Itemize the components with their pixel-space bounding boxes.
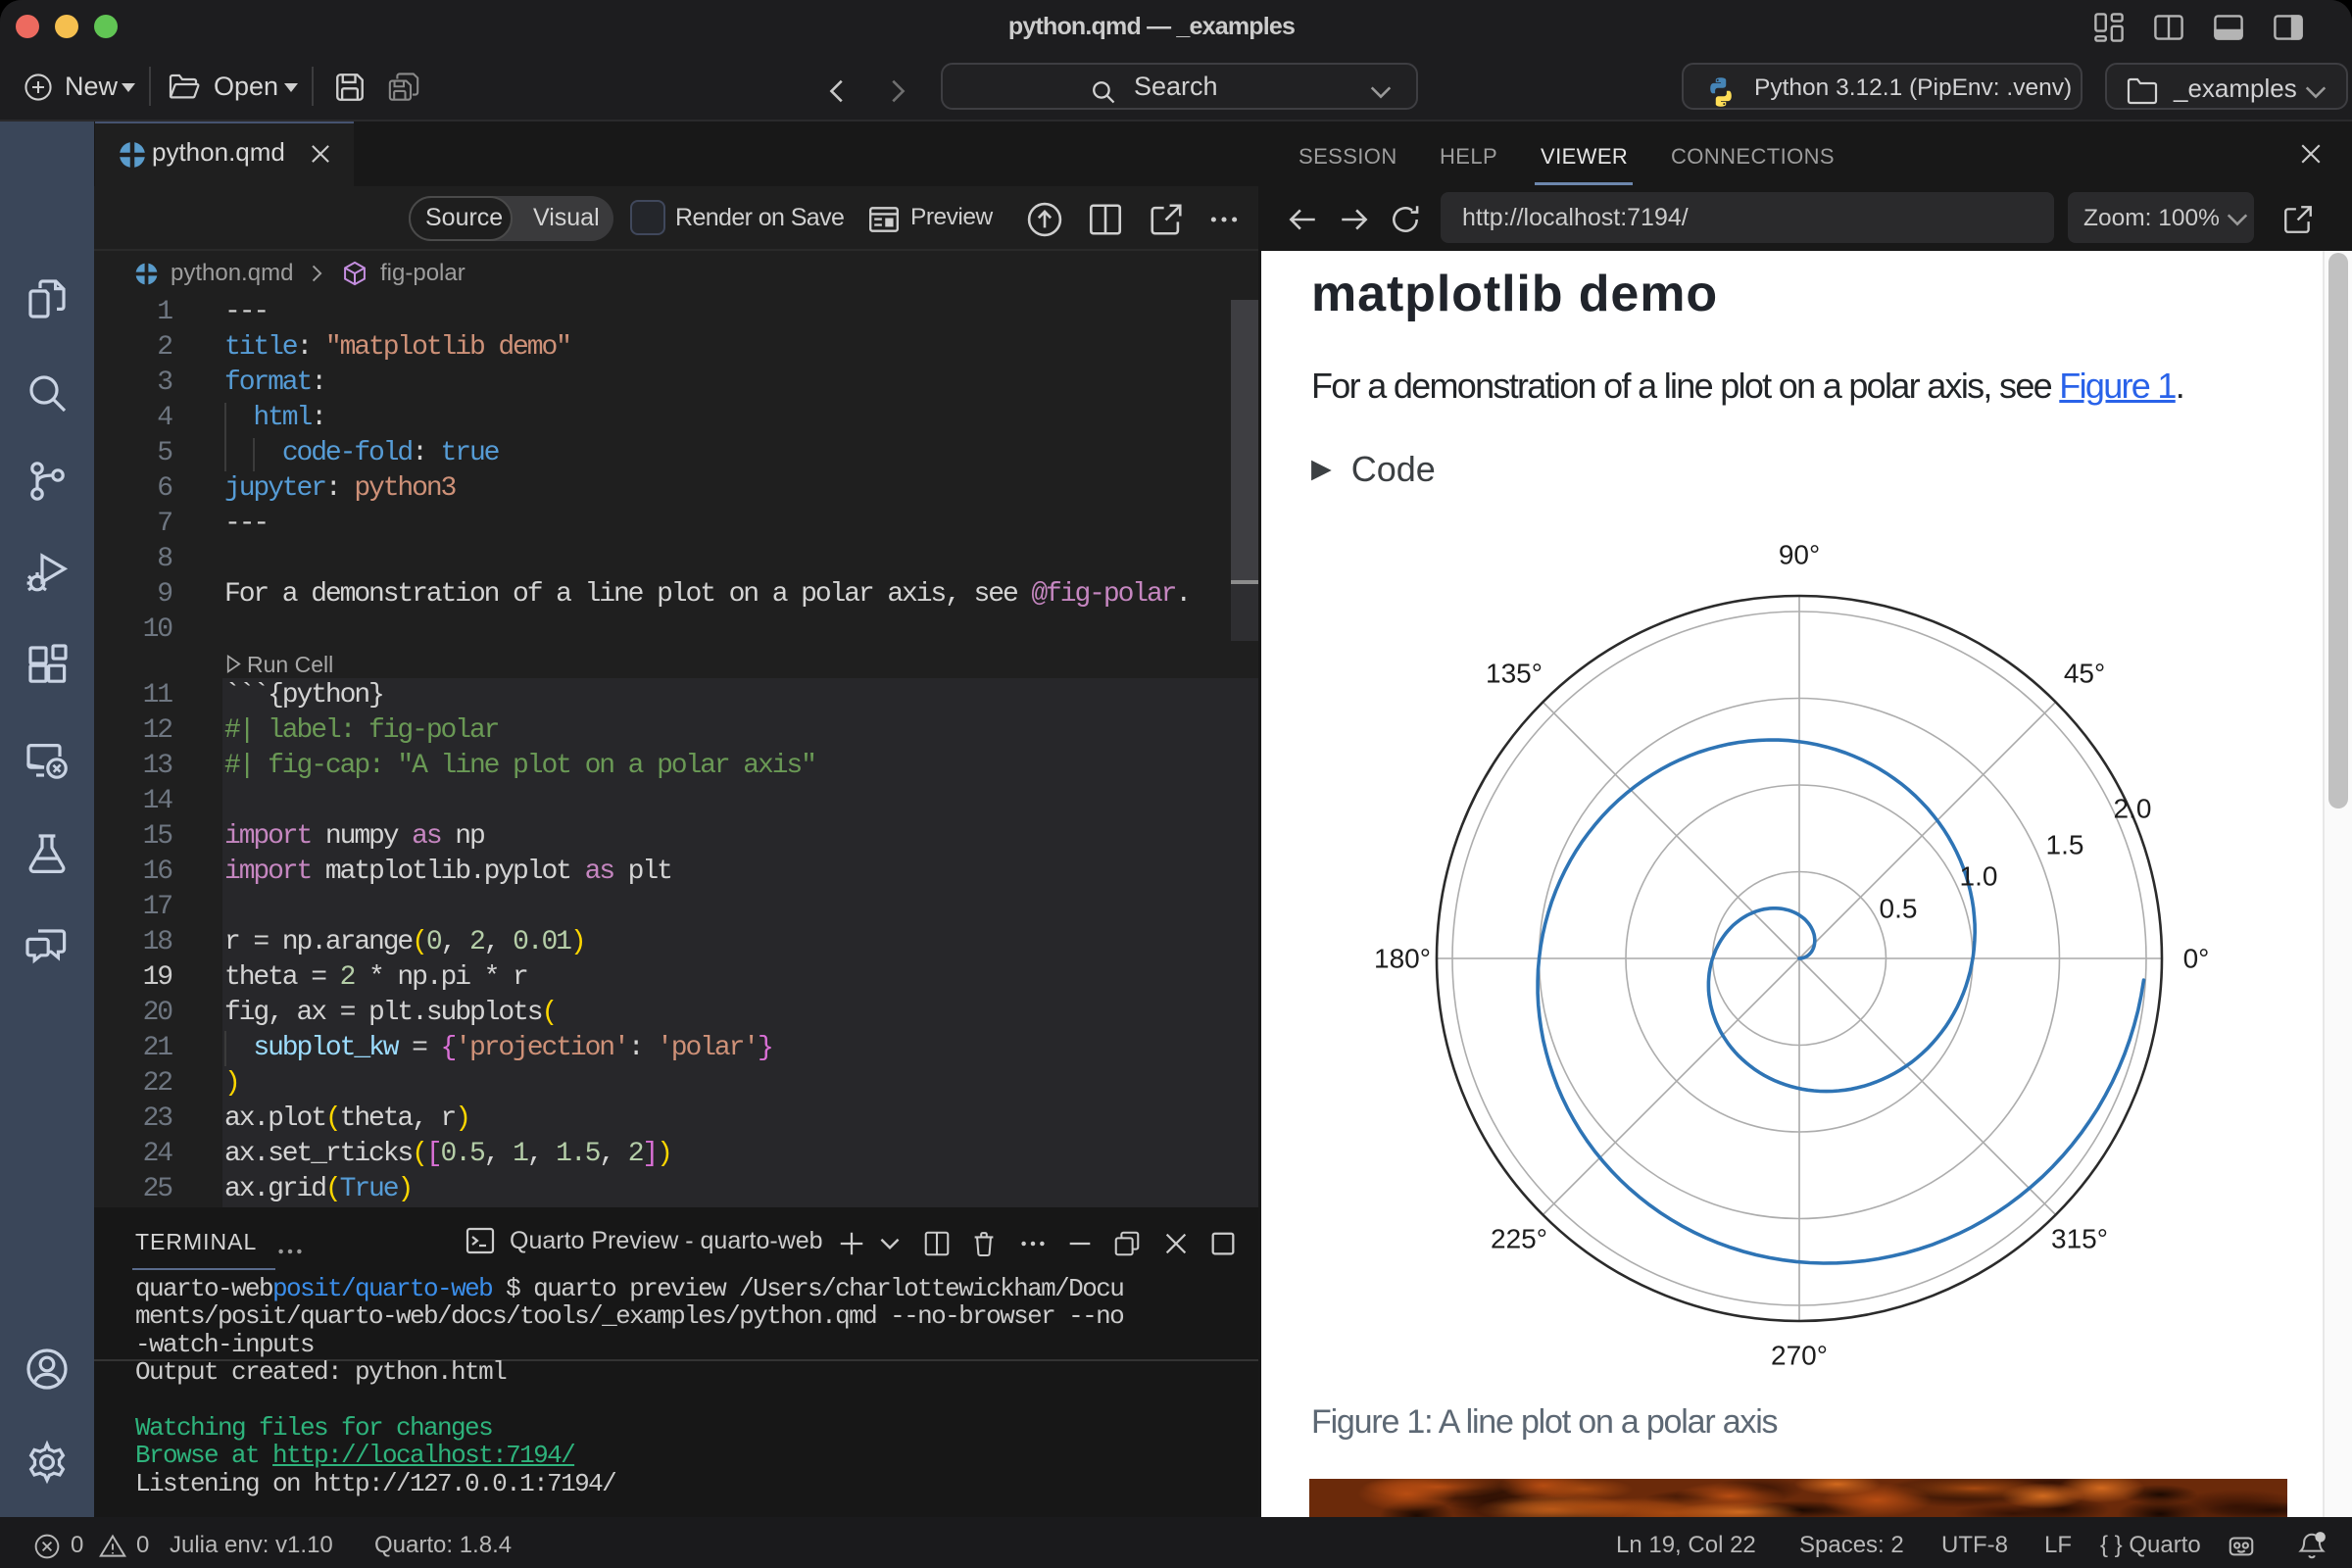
- svg-text:270°: 270°: [1771, 1341, 1828, 1371]
- svg-text:2.0: 2.0: [2114, 794, 2152, 824]
- svg-text:45°: 45°: [2064, 659, 2105, 689]
- svg-text:0°: 0°: [2183, 944, 2210, 974]
- svg-text:1.0: 1.0: [1960, 861, 1998, 892]
- svg-text:135°: 135°: [1486, 659, 1543, 689]
- svg-text:180°: 180°: [1374, 944, 1431, 974]
- svg-text:0.5: 0.5: [1880, 894, 1918, 924]
- svg-text:315°: 315°: [2051, 1224, 2108, 1254]
- svg-text:1.5: 1.5: [2046, 830, 2084, 860]
- svg-text:225°: 225°: [1491, 1224, 1547, 1254]
- svg-text:90°: 90°: [1779, 540, 1820, 570]
